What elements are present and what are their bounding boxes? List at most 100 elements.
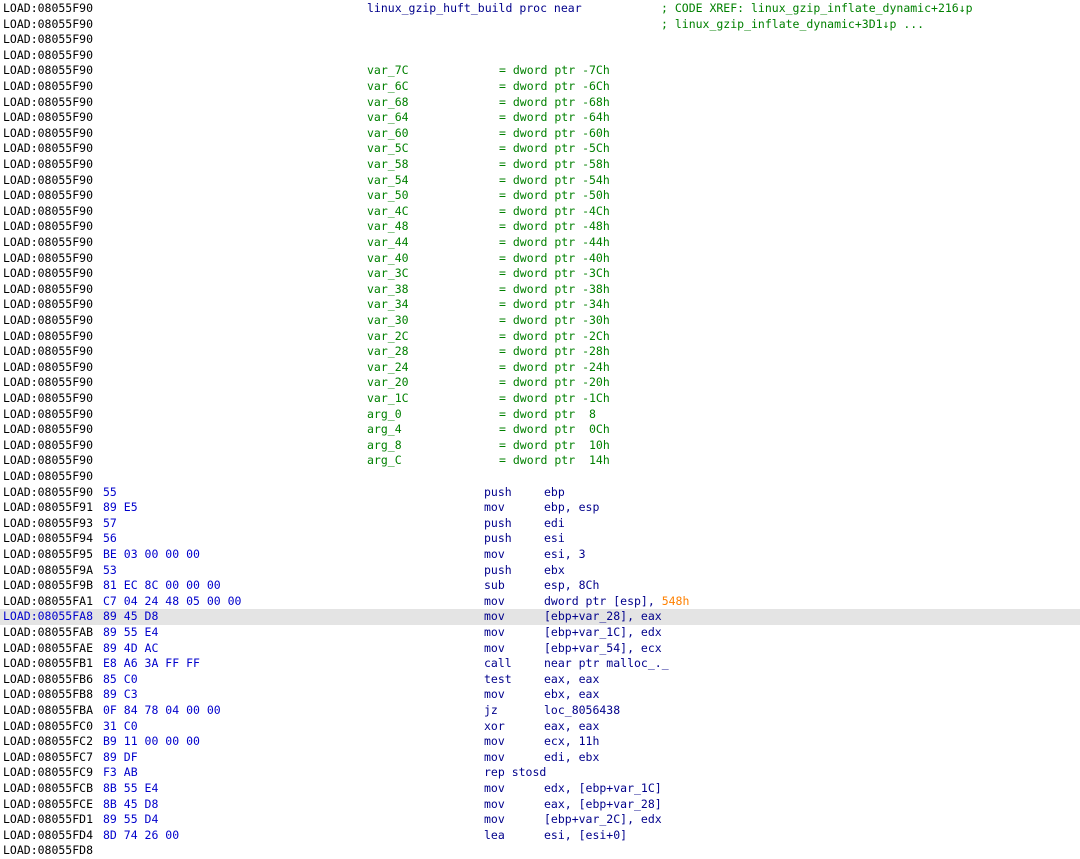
proc-label: linux_gzip_huft_build proc near bbox=[367, 1, 582, 15]
line-address: LOAD:08055FCE bbox=[3, 796, 94, 811]
instruction-line[interactable]: LOAD:08055F95 BE 03 00 00 00 mov esi, 3 bbox=[0, 547, 1080, 563]
line-address: LOAD:08055FBA bbox=[3, 703, 94, 717]
line-address: LOAD:08055FA1 bbox=[3, 593, 94, 608]
instruction-line[interactable]: LOAD:08055F91 89 E5 mov ebp, esp bbox=[0, 500, 1080, 516]
line-address: LOAD:08055F90 bbox=[3, 219, 94, 234]
line-address: LOAD:08055FD4 bbox=[3, 827, 94, 842]
stack-var-line[interactable]: LOAD:08055F90 var_54 = dword ptr -54h bbox=[0, 173, 1080, 189]
blank-line[interactable]: LOAD:08055F90 bbox=[0, 48, 1080, 64]
stack-var-line[interactable]: LOAD:08055F90 var_50 = dword ptr -50h bbox=[0, 188, 1080, 204]
stack-var-line[interactable]: LOAD:08055F90 var_5C = dword ptr -5Ch bbox=[0, 141, 1080, 157]
stack-var-line[interactable]: LOAD:08055F90 var_68 = dword ptr -68h bbox=[0, 95, 1080, 111]
stack-var-line[interactable]: LOAD:08055F90 var_2C = dword ptr -2Ch bbox=[0, 329, 1080, 345]
stack-var-line[interactable]: LOAD:08055F90 var_3C = dword ptr -3Ch bbox=[0, 266, 1080, 282]
instruction-operands: [ebp+var_28], eax bbox=[544, 609, 662, 624]
instruction-mnemonic: push bbox=[484, 515, 512, 530]
stack-var-name: var_20 bbox=[367, 375, 409, 390]
instruction-line[interactable]: LOAD:08055FB1 E8 A6 3A FF FF call near ptr … bbox=[0, 656, 1080, 672]
instruction-operands: dword ptr [esp], 548h bbox=[544, 594, 689, 610]
stack-var-line[interactable]: LOAD:08055F90 var_20 = dword ptr -20h bbox=[0, 375, 1080, 391]
stack-var-name: var_7C bbox=[367, 63, 409, 78]
xref-continuation-line[interactable]: LOAD:08055F90 ; linux_gzip_inflate_dynami… bbox=[0, 17, 1080, 33]
stack-var-definition: = dword ptr -1Ch bbox=[499, 391, 610, 405]
stack-var-line[interactable]: LOAD:08055F90 arg_4 = dword ptr 0Ch bbox=[0, 422, 1080, 438]
instruction-line[interactable]: LOAD:08055FC0 31 C0 xor eax, eax bbox=[0, 719, 1080, 735]
blank-line[interactable]: LOAD:08055F90 bbox=[0, 32, 1080, 48]
instruction-mnemonic: mov bbox=[484, 500, 505, 515]
instruction-bytes: F3 AB bbox=[103, 765, 138, 780]
stack-var-line[interactable]: LOAD:08055F90 var_58 = dword ptr -58h bbox=[0, 157, 1080, 173]
stack-var-line[interactable]: LOAD:08055F90 arg_0 = dword ptr 8 bbox=[0, 407, 1080, 423]
instruction-bytes: 8B 55 E4 bbox=[103, 781, 159, 795]
instruction-line[interactable]: LOAD:08055FB8 89 C3 mov ebx, eax bbox=[0, 687, 1080, 703]
instruction-line[interactable]: LOAD:08055FC7 89 DF mov edi, ebx bbox=[0, 750, 1080, 766]
proc-header-line[interactable]: LOAD:08055F90 linux_gzip_huft_build proc … bbox=[0, 1, 1080, 17]
instruction-line[interactable]: LOAD:08055FCE 8B 45 D8 mov eax, [ebp+var_28… bbox=[0, 797, 1080, 813]
stack-var-definition: = dword ptr 8 bbox=[499, 406, 596, 421]
instruction-bytes: 81 EC 8C 00 00 00 bbox=[103, 578, 221, 593]
instruction-line[interactable]: LOAD:08055F90 55 push ebp bbox=[0, 485, 1080, 501]
instruction-line[interactable]: LOAD:08055FCB 8B 55 E4 mov edx, [ebp+var_1C… bbox=[0, 781, 1080, 797]
stack-var-name: var_28 bbox=[367, 344, 409, 359]
instruction-line[interactable]: LOAD:08055FAB 89 55 E4 mov [ebp+var_1C], ed… bbox=[0, 625, 1080, 641]
line-address: LOAD:08055FC0 bbox=[3, 718, 94, 733]
stack-var-line[interactable]: LOAD:08055F90 arg_8 = dword ptr 10h bbox=[0, 438, 1080, 454]
line-address: LOAD:08055F90 bbox=[3, 188, 94, 203]
instruction-line[interactable]: LOAD:08055FC2 B9 11 00 00 00 mov ecx, 11h bbox=[0, 734, 1080, 750]
stack-var-line[interactable]: LOAD:08055F90 var_44 = dword ptr -44h bbox=[0, 235, 1080, 251]
instruction-line[interactable]: LOAD:08055F93 57 push edi bbox=[0, 516, 1080, 532]
blank-line[interactable]: LOAD:08055FD8 bbox=[0, 843, 1080, 859]
stack-var-line[interactable]: LOAD:08055F90 var_30 = dword ptr -30h bbox=[0, 313, 1080, 329]
stack-var-line[interactable]: LOAD:08055F90 var_64 = dword ptr -64h bbox=[0, 110, 1080, 126]
stack-var-line[interactable]: LOAD:08055F90 var_7C = dword ptr -7Ch bbox=[0, 63, 1080, 79]
instruction-operands: esi, [esi+0] bbox=[544, 827, 628, 842]
stack-var-line[interactable]: LOAD:08055F90 var_40 = dword ptr -40h bbox=[0, 251, 1080, 267]
line-address: LOAD:08055F90 bbox=[3, 484, 94, 499]
line-address: LOAD:08055F90 bbox=[3, 313, 94, 327]
stack-var-line[interactable]: LOAD:08055F90 var_34 = dword ptr -34h bbox=[0, 297, 1080, 313]
stack-var-line[interactable]: LOAD:08055F90 var_4C = dword ptr -4Ch bbox=[0, 204, 1080, 220]
stack-var-definition: = dword ptr -7Ch bbox=[499, 63, 610, 78]
line-address: LOAD:08055F90 bbox=[3, 94, 94, 109]
instruction-operands: [ebp+var_54], ecx bbox=[544, 640, 662, 655]
stack-var-definition: = dword ptr -2Ch bbox=[499, 328, 610, 343]
instruction-mnemonic: mov bbox=[484, 734, 505, 749]
instruction-bytes: BE 03 00 00 00 bbox=[103, 547, 200, 561]
instruction-line[interactable]: LOAD:08055FB6 85 C0 test eax, eax bbox=[0, 672, 1080, 688]
stack-var-name: var_58 bbox=[367, 157, 409, 171]
instruction-line[interactable]: LOAD:08055FA8 89 45 D8 mov [ebp+var_28], ea… bbox=[0, 609, 1080, 625]
disassembly-listing[interactable]: LOAD:08055F90 linux_gzip_huft_build proc … bbox=[0, 0, 1080, 857]
stack-var-name: var_54 bbox=[367, 172, 409, 187]
stack-var-line[interactable]: LOAD:08055F90 var_60 = dword ptr -60h bbox=[0, 126, 1080, 142]
instruction-mnemonic: mov bbox=[484, 547, 505, 561]
instruction-line[interactable]: LOAD:08055FAE 89 4D AC mov [ebp+var_54], ec… bbox=[0, 641, 1080, 657]
instruction-line[interactable]: LOAD:08055F94 56 push esi bbox=[0, 531, 1080, 547]
instruction-line[interactable]: LOAD:08055FD4 8D 74 26 00 lea esi, [esi+0] bbox=[0, 828, 1080, 844]
stack-var-line[interactable]: LOAD:08055F90 var_24 = dword ptr -24h bbox=[0, 360, 1080, 376]
instruction-mnemonic: mov bbox=[484, 640, 505, 655]
instruction-line[interactable]: LOAD:08055FD1 89 55 D4 mov [ebp+var_2C], ed… bbox=[0, 812, 1080, 828]
instruction-line[interactable]: LOAD:08055FA1 C7 04 24 48 05 00 00 mov dwor… bbox=[0, 594, 1080, 610]
instruction-bytes: 57 bbox=[103, 515, 117, 530]
line-address: LOAD:08055F90 bbox=[3, 266, 94, 281]
instruction-bytes: 89 C3 bbox=[103, 687, 138, 702]
stack-var-line[interactable]: LOAD:08055F90 var_38 = dword ptr -38h bbox=[0, 282, 1080, 298]
stack-var-line[interactable]: LOAD:08055F90 var_1C = dword ptr -1Ch bbox=[0, 391, 1080, 407]
line-address: LOAD:08055F90 bbox=[3, 297, 94, 312]
blank-line[interactable]: LOAD:08055F90 bbox=[0, 469, 1080, 485]
instruction-operands: esp, 8Ch bbox=[544, 578, 600, 593]
instruction-line[interactable]: LOAD:08055F9B 81 EC 8C 00 00 00 sub esp, 8C… bbox=[0, 578, 1080, 594]
stack-var-line[interactable]: LOAD:08055F90 var_28 = dword ptr -28h bbox=[0, 344, 1080, 360]
line-address: LOAD:08055F90 bbox=[3, 235, 94, 249]
stack-var-line[interactable]: LOAD:08055F90 var_6C = dword ptr -6Ch bbox=[0, 79, 1080, 95]
instruction-mnemonic: xor bbox=[484, 718, 505, 733]
instruction-bytes: 89 DF bbox=[103, 749, 138, 764]
instruction-line[interactable]: LOAD:08055F9A 53 push ebx bbox=[0, 563, 1080, 579]
instruction-bytes: E8 A6 3A FF FF bbox=[103, 656, 200, 671]
stack-var-definition: = dword ptr -64h bbox=[499, 110, 610, 125]
instruction-line[interactable]: LOAD:08055FC9 F3 AB rep stosd bbox=[0, 765, 1080, 781]
stack-var-line[interactable]: LOAD:08055F90 arg_C = dword ptr 14h bbox=[0, 453, 1080, 469]
instruction-line[interactable]: LOAD:08055FBA 0F 84 78 04 00 00 jz loc_8056… bbox=[0, 703, 1080, 719]
line-address: LOAD:08055F90 bbox=[3, 375, 94, 390]
stack-var-line[interactable]: LOAD:08055F90 var_48 = dword ptr -48h bbox=[0, 219, 1080, 235]
